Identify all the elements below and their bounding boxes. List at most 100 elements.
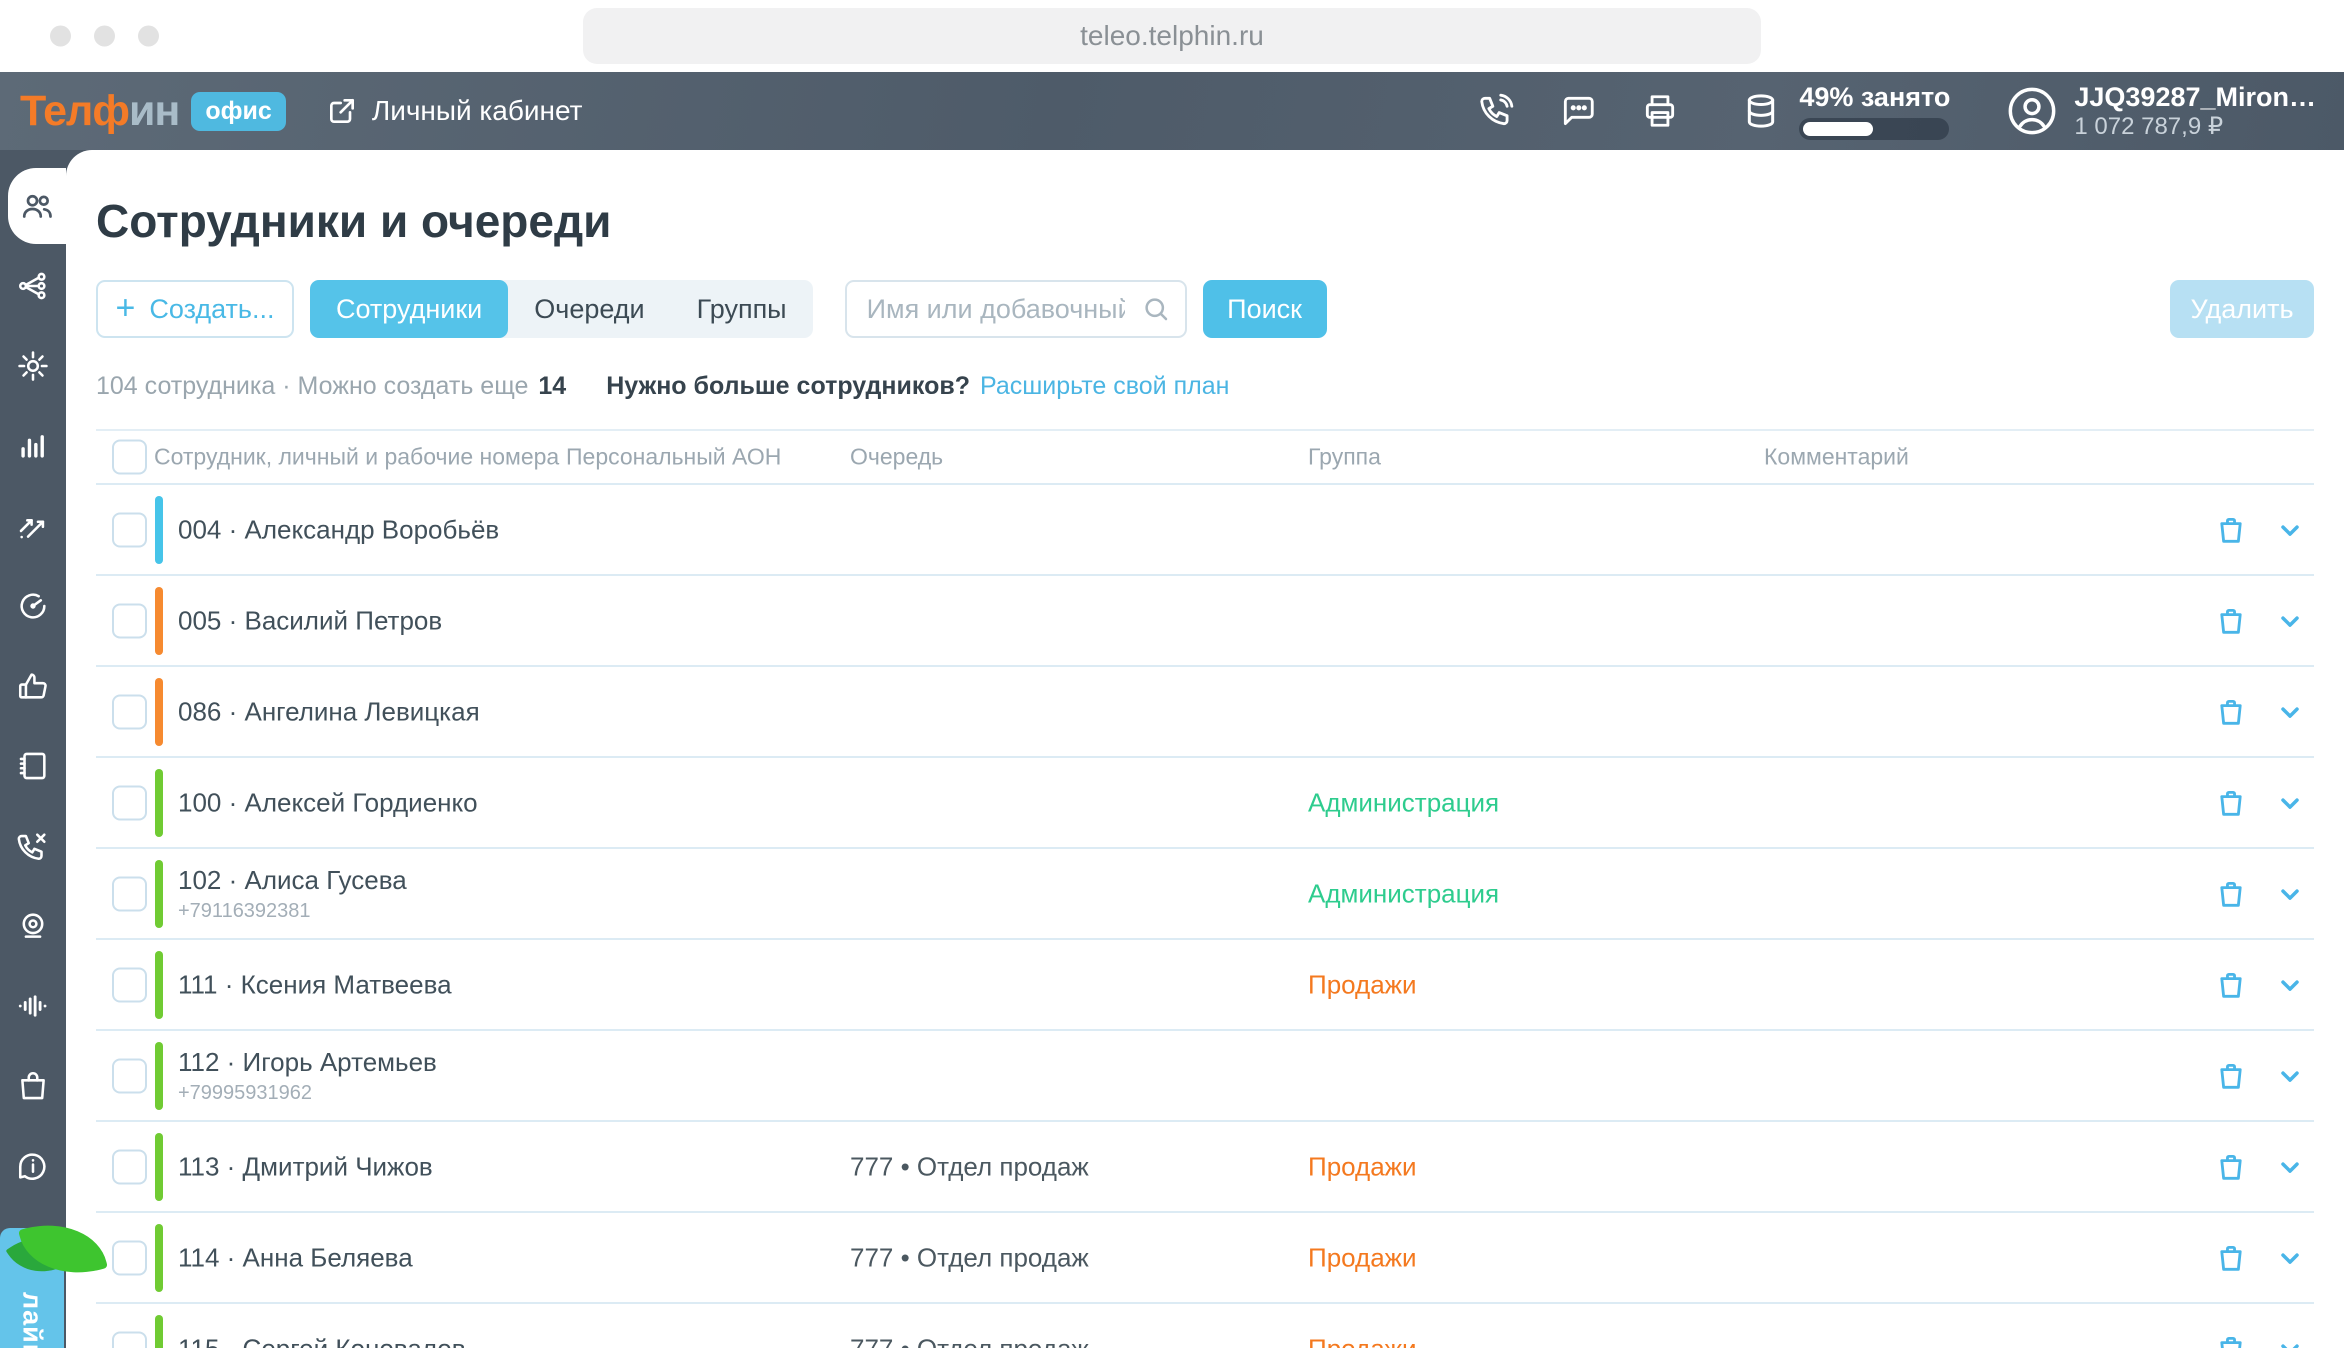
sidebar-item-marketplace[interactable]: [0, 1046, 66, 1126]
employee-name: 005 · Василий Петров: [178, 605, 442, 636]
external-link-icon: [326, 95, 358, 127]
table-row[interactable]: 113 · Дмитрий Чижов 777 • Отдел продаж П…: [96, 1122, 2314, 1213]
phone-icon[interactable]: [1477, 92, 1515, 130]
create-button[interactable]: + Создать...: [96, 280, 294, 338]
delete-row-icon[interactable]: [2214, 968, 2248, 1002]
personal-cabinet-link[interactable]: Личный кабинет: [326, 95, 583, 127]
sidebar-item-settings[interactable]: [0, 326, 66, 406]
tab-groups[interactable]: Группы: [671, 280, 813, 338]
tab-employees[interactable]: Сотрудники: [310, 280, 508, 338]
employee-name-block: 102 · Алиса Гусева +79116392381: [178, 865, 407, 923]
table-row[interactable]: 112 · Игорь Артемьев +79995931962: [96, 1031, 2314, 1122]
window-dot[interactable]: [50, 26, 71, 47]
search-input[interactable]: [845, 280, 1187, 338]
delete-row-icon[interactable]: [2214, 877, 2248, 911]
address-bar[interactable]: teleo.telphin.ru: [583, 8, 1761, 64]
window-controls[interactable]: [50, 26, 159, 47]
expand-row-icon[interactable]: [2276, 789, 2304, 817]
sidebar-item-audio[interactable]: [0, 966, 66, 1046]
sidebar-item-missed-calls[interactable]: [0, 806, 66, 886]
sidebar-item-contacts[interactable]: [0, 726, 66, 806]
account-name: JJQ39287_Miron…: [2074, 81, 2316, 113]
chat-icon[interactable]: [1559, 92, 1597, 130]
table-row[interactable]: 115 · Сергей Коновалов 777 • Отдел прода…: [96, 1304, 2314, 1348]
table-row[interactable]: 004 · Александр Воробьёв: [96, 485, 2314, 576]
expand-row-icon[interactable]: [2276, 880, 2304, 908]
window-dot[interactable]: [138, 26, 159, 47]
delete-row-icon[interactable]: [2214, 604, 2248, 638]
table-row[interactable]: 100 · Алексей Гордиенко Администрация: [96, 758, 2314, 849]
queue-cell: 777 • Отдел продаж: [850, 1242, 1089, 1273]
employee-name-block: 111 · Ксения Матвеева: [178, 969, 452, 1000]
sidebar-item-quality[interactable]: [0, 646, 66, 726]
table-row[interactable]: 114 · Анна Беляева 777 • Отдел продаж Пр…: [96, 1213, 2314, 1304]
delete-row-icon[interactable]: [2214, 513, 2248, 547]
employee-name-block: 115 · Сергей Коновалов: [178, 1333, 466, 1348]
storage-widget[interactable]: 49% занято: [1741, 82, 1950, 140]
sidebar-item-forwarding[interactable]: [0, 486, 66, 566]
row-checkbox[interactable]: [112, 694, 147, 729]
delete-row-icon[interactable]: [2214, 786, 2248, 820]
row-checkbox[interactable]: [112, 1149, 147, 1184]
table-row[interactable]: 102 · Алиса Гусева +79116392381 Админист…: [96, 849, 2314, 940]
delete-row-icon[interactable]: [2214, 1059, 2248, 1093]
expand-row-icon[interactable]: [2276, 971, 2304, 999]
search-button[interactable]: Поиск: [1203, 280, 1327, 338]
online-chat-widget[interactable]: лайн: [0, 1228, 64, 1348]
employee-name-block: 086 · Ангелина Левицкая: [178, 696, 480, 727]
tab-queues[interactable]: Очереди: [508, 280, 670, 338]
delete-button[interactable]: Удалить: [2170, 280, 2314, 338]
shop-bag-icon: [16, 1069, 50, 1103]
table-row[interactable]: 086 · Ангелина Левицкая: [96, 667, 2314, 758]
row-checkbox[interactable]: [112, 512, 147, 547]
delete-row-icon[interactable]: [2214, 1150, 2248, 1184]
share-network-icon: [16, 269, 50, 303]
sidebar-item-routing[interactable]: [0, 246, 66, 326]
account-widget[interactable]: JJQ39287_Miron… 1 072 787,9 ₽: [2006, 81, 2316, 141]
bar-chart-icon: [16, 429, 50, 463]
sidebar-item-dialer[interactable]: [0, 566, 66, 646]
expand-row-icon[interactable]: [2276, 1335, 2304, 1348]
expand-row-icon[interactable]: [2276, 607, 2304, 635]
delete-row-icon[interactable]: [2214, 695, 2248, 729]
sidebar-item-statistics[interactable]: [0, 406, 66, 486]
row-checkbox[interactable]: [112, 603, 147, 638]
row-checkbox[interactable]: [112, 1058, 147, 1093]
row-checkbox[interactable]: [112, 785, 147, 820]
app-header: Телфин офис Личный кабинет: [0, 72, 2344, 150]
table-row[interactable]: 005 · Василий Петров: [96, 576, 2314, 667]
printer-icon[interactable]: [1641, 92, 1679, 130]
sidebar-item-employees[interactable]: [8, 168, 66, 244]
row-checkbox[interactable]: [112, 967, 147, 1002]
row-checkbox[interactable]: [112, 1331, 147, 1348]
expand-row-icon[interactable]: [2276, 1062, 2304, 1090]
employee-count-extra: 14: [538, 372, 566, 401]
group-cell: Продажи: [1308, 1151, 1417, 1182]
call-routing-icon: [16, 509, 50, 543]
sidebar-item-help[interactable]: [0, 1126, 66, 1206]
expand-row-icon[interactable]: [2276, 516, 2304, 544]
employee-phone: +79995931962: [178, 1082, 437, 1105]
row-checkbox[interactable]: [112, 876, 147, 911]
employee-count-text: 104 сотрудника · Можно создать еще: [96, 372, 528, 401]
employee-name-block: 100 · Алексей Гордиенко: [178, 787, 478, 818]
column-header-employee: Сотрудник, личный и рабочие номера: [154, 444, 559, 471]
page-title: Сотрудники и очереди: [96, 194, 2314, 248]
browser-window: teleo.telphin.ru Телфин офис Личный каби…: [0, 0, 2344, 1348]
expand-row-icon[interactable]: [2276, 698, 2304, 726]
main-content: Сотрудники и очереди + Создать... Сотруд…: [66, 150, 2344, 1348]
delete-row-icon[interactable]: [2214, 1241, 2248, 1275]
telphin-logo[interactable]: Телфин офис: [20, 87, 286, 136]
sidebar-item-records[interactable]: [0, 886, 66, 966]
delete-row-icon[interactable]: [2214, 1332, 2248, 1348]
expand-plan-link[interactable]: Расширьте свой план: [980, 372, 1229, 401]
group-cell: Администрация: [1308, 787, 1499, 818]
group-cell: Продажи: [1308, 969, 1417, 1000]
window-dot[interactable]: [94, 26, 115, 47]
toolbar: + Создать... Сотрудники Очереди Группы П…: [96, 280, 2314, 338]
select-all-checkbox[interactable]: [112, 440, 147, 475]
expand-row-icon[interactable]: [2276, 1153, 2304, 1181]
expand-row-icon[interactable]: [2276, 1244, 2304, 1272]
table-row[interactable]: 111 · Ксения Матвеева Продажи: [96, 940, 2314, 1031]
row-checkbox[interactable]: [112, 1240, 147, 1275]
